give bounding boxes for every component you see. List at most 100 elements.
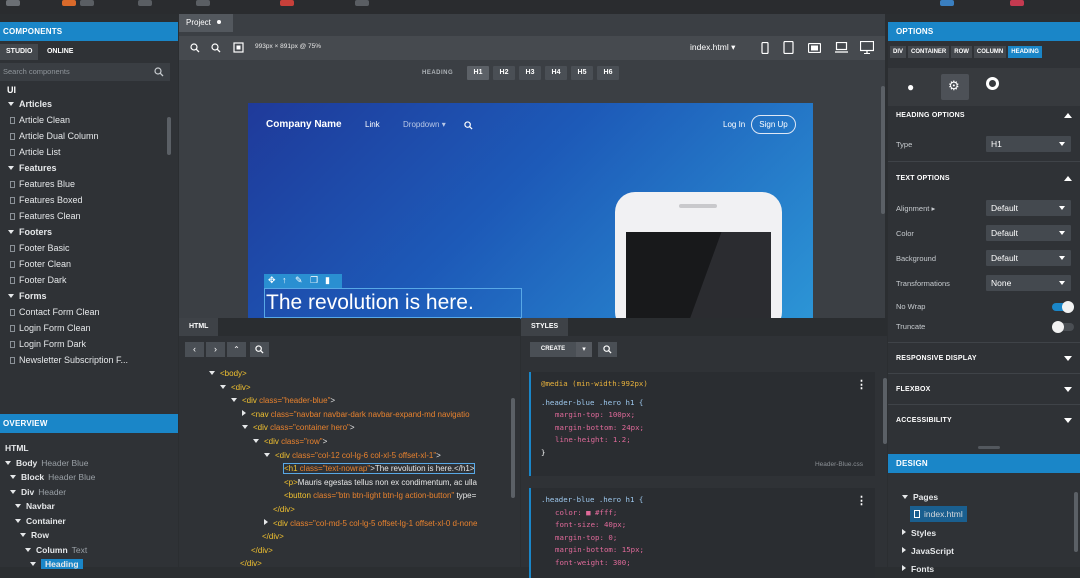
delete-icon[interactable]: ▮ [325,275,330,286]
css-property[interactable]: line-height: 1.2; [541,434,875,447]
design-item-fonts[interactable]: Fonts [902,560,967,578]
tree-item[interactable]: Newsletter Subscription F... [8,352,178,368]
tree-item[interactable]: Features Blue [8,176,178,192]
resize-handle[interactable] [978,446,1000,449]
css-property[interactable]: margin-bottom: 24px; [541,422,875,435]
canvas-scrollbar[interactable] [881,86,885,214]
code-line[interactable]: </div> [179,530,509,544]
code-line[interactable]: <div class="header-blue"> [179,394,509,408]
more-icon[interactable]: ⋮ [856,494,867,507]
code-line[interactable]: <button class="btn btn-light btn-lg acti… [179,489,509,503]
chevron-down-icon[interactable] [253,438,259,443]
chevron-down-icon[interactable] [231,398,237,403]
css-rule[interactable]: .header-blue .hero h1 { color: ■ #fff; fo… [529,488,875,578]
tab-studio[interactable]: STUDIO [0,44,39,60]
search-icon[interactable] [154,67,164,77]
css-property[interactable]: color: ■ #fff; [541,507,875,520]
close-icon[interactable] [217,20,222,24]
tree-item[interactable]: Footer Dark [8,272,178,288]
tree-item[interactable]: Features Clean [8,208,178,224]
toolbar-icon[interactable] [138,0,152,6]
nowrap-toggle[interactable] [1052,301,1074,313]
components-search[interactable]: Search components [0,63,170,81]
toolbar-icon[interactable] [6,0,20,6]
nav-link[interactable]: Link [365,120,380,129]
tree-category[interactable]: Footers [8,224,178,240]
ui-root[interactable]: UI [0,81,178,95]
breadcrumb-row[interactable]: ROW [951,46,972,58]
overview-item[interactable]: Navbar [5,499,95,514]
expand-icon[interactable] [1064,356,1072,361]
overview-item[interactable]: Row [5,528,95,543]
zoom-out-icon[interactable] [211,43,221,53]
collapse-icon[interactable] [1064,113,1072,118]
hero-heading[interactable]: The revolution is here. [266,291,474,315]
heading-button-h6[interactable]: H6 [597,66,619,80]
breadcrumb-div[interactable]: DIV [890,46,907,58]
chevron-down-icon[interactable] [8,294,14,298]
chevron-down-icon[interactable] [8,230,14,234]
html-search-button[interactable] [250,342,269,357]
css-property[interactable]: font-weight: 300; [541,557,875,570]
arrow-up-icon[interactable]: ↑ [282,275,287,285]
chevron-down-icon[interactable] [220,384,226,389]
create-button[interactable]: CREATE [530,342,576,357]
chevron-right-icon[interactable] [242,409,246,416]
chevron-down-icon[interactable] [8,166,14,170]
breadcrumb-heading[interactable]: HEADING [1008,46,1042,58]
chevron-down-icon[interactable] [5,460,11,465]
toolbar-icon[interactable] [1010,0,1024,6]
code-line[interactable]: <div class="container hero"> [179,421,509,435]
overview-item[interactable]: Body Header Blue [5,456,95,471]
chevron-down-icon[interactable]: ▾ [576,342,592,357]
design-item-styles[interactable]: Styles [902,524,967,542]
chevron-down-icon[interactable] [8,102,14,106]
tab-settings[interactable]: ⚙ [941,74,969,100]
more-icon[interactable]: ⋮ [856,378,867,391]
tab-project[interactable]: Project [179,14,233,32]
toolbar-icon[interactable] [196,0,210,6]
components-scrollbar[interactable] [167,117,171,155]
chevron-down-icon[interactable] [10,489,16,494]
move-icon[interactable]: ✥ [268,275,276,286]
login-link[interactable]: Log In [723,120,745,129]
code-line[interactable]: </div> [179,544,509,558]
design-scrollbar[interactable] [1074,492,1078,552]
tree-item[interactable]: Contact Form Clean [8,304,178,320]
heading-button-h5[interactable]: H5 [571,66,593,80]
expand-icon[interactable] [1064,418,1072,423]
tree-item[interactable]: Features Boxed [8,192,178,208]
alignment-select[interactable]: Default [986,200,1071,216]
chevron-down-icon[interactable] [15,518,21,523]
toolbar-icon[interactable] [80,0,94,6]
chevron-down-icon[interactable] [10,475,16,479]
collapse-icon[interactable] [1064,176,1072,181]
tab-styles[interactable]: STYLES [521,318,569,336]
tree-item[interactable]: Article Clean [8,112,178,128]
tree-category[interactable]: Features [8,160,178,176]
back-icon[interactable]: ‹ [185,342,204,357]
code-line[interactable]: <nav class="navbar navbar-dark navbar-ex… [179,408,509,422]
transformations-select[interactable]: None [986,275,1071,291]
overview-item[interactable]: Column Text [5,543,95,558]
styles-scrollbar[interactable] [883,378,887,444]
background-select[interactable]: Default [986,250,1071,266]
styles-search-button[interactable] [598,342,617,357]
heading-button-h1[interactable]: H1 [467,66,489,80]
code-line[interactable]: <h1 class="text-nowrap">The revolution i… [179,462,509,476]
file-selector[interactable]: index.html ▾ [690,42,735,53]
overview-item[interactable]: Heading [5,557,95,572]
truncate-toggle[interactable] [1052,321,1074,333]
edit-icon[interactable]: ✎ [295,275,303,286]
parent-icon[interactable]: ⌃ [227,342,246,357]
code-line[interactable]: <body> [179,367,509,381]
tablet-landscape-icon[interactable] [808,43,821,53]
code-line[interactable]: </div> [179,557,509,571]
css-property[interactable]: margin-top: 100px; [541,409,875,422]
fit-icon[interactable] [233,42,244,53]
chevron-right-icon[interactable] [264,518,268,525]
tab-html[interactable]: HTML [179,318,219,336]
code-line[interactable]: </div> [179,503,509,517]
circle-icon[interactable] [986,77,999,90]
tree-item[interactable]: Footer Clean [8,256,178,272]
